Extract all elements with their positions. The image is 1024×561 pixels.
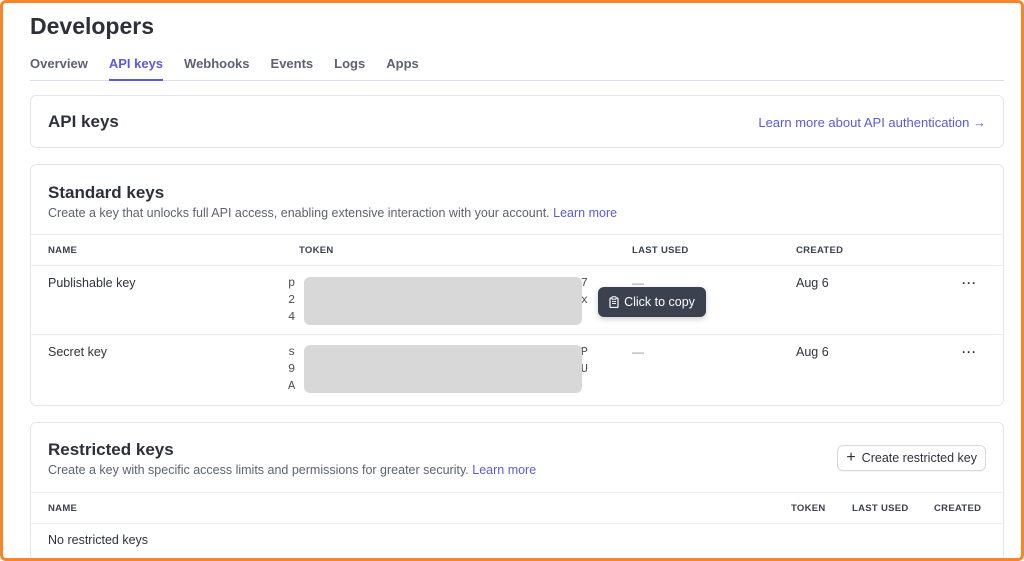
- column-header-name: NAME: [48, 245, 78, 256]
- tab-logs[interactable]: Logs: [334, 55, 365, 81]
- restricted-keys-description-text: Create a key with specific access limits…: [48, 463, 469, 477]
- column-header-created: CREATED: [934, 503, 982, 514]
- row-overflow-menu-button[interactable]: ···: [962, 345, 977, 359]
- created-date: Aug 6: [796, 276, 829, 290]
- restricted-keys-table-header: NAME TOKEN LAST USED CREATED: [31, 492, 1003, 524]
- app-frame: Developers Overview API keys Webhooks Ev…: [0, 0, 1024, 561]
- last-used-value: —: [632, 345, 644, 359]
- column-header-token: TOKEN: [299, 245, 334, 256]
- tab-overview[interactable]: Overview: [30, 55, 88, 81]
- token-char: s: [288, 345, 296, 359]
- tooltip-text: Click to copy: [624, 295, 695, 309]
- key-name: Publishable key: [48, 276, 136, 290]
- api-keys-title: API keys: [48, 112, 119, 131]
- restricted-keys-learn-more-link[interactable]: Learn more: [472, 463, 536, 477]
- api-keys-card: API keys Learn more about API authentica…: [30, 95, 1004, 148]
- standard-keys-table-header: NAME TOKEN LAST USED CREATED: [31, 234, 1003, 266]
- column-header-name: NAME: [48, 503, 78, 514]
- token-char: 9: [288, 362, 296, 376]
- tab-events[interactable]: Events: [271, 55, 314, 81]
- plus-icon: +: [846, 449, 856, 466]
- tab-api-keys[interactable]: API keys: [108, 55, 164, 81]
- page-title: Developers: [30, 13, 155, 39]
- column-header-token: TOKEN: [791, 503, 826, 514]
- restricted-keys-description: Create a key with specific access limits…: [48, 463, 536, 477]
- tab-apps[interactable]: Apps: [386, 55, 419, 81]
- token-char: p: [288, 276, 296, 290]
- tab-webhooks[interactable]: Webhooks: [184, 55, 250, 81]
- token-redaction: [304, 345, 582, 393]
- restricted-keys-card: Restricted keys Create a key with specif…: [30, 422, 1004, 558]
- token-char: 2: [288, 293, 296, 307]
- standard-keys-description: Create a key that unlocks full API acces…: [48, 206, 617, 220]
- api-auth-learn-more-link[interactable]: Learn more about API authentication →: [758, 115, 986, 130]
- column-header-last-used: LAST USED: [852, 503, 909, 514]
- standard-keys-title: Standard keys: [48, 183, 165, 202]
- table-row-publishable-key: Publishable key p7 2x 4 — Aug 6 ···: [31, 266, 1003, 335]
- copy-tooltip: Click to copy: [598, 287, 706, 317]
- standard-keys-card: Standard keys Create a key that unlocks …: [30, 164, 1004, 406]
- column-header-last-used: LAST USED: [632, 245, 689, 256]
- key-name: Secret key: [48, 345, 108, 359]
- token-char: 4: [288, 310, 296, 324]
- empty-state-text: No restricted keys: [48, 533, 149, 547]
- created-date: Aug 6: [796, 345, 829, 359]
- clipboard-icon: [609, 296, 619, 308]
- token-redaction: [304, 277, 582, 325]
- create-restricted-key-label: Create restricted key: [861, 451, 977, 465]
- tab-bar: Overview API keys Webhooks Events Logs A…: [30, 55, 1004, 81]
- restricted-keys-title: Restricted keys: [48, 440, 174, 459]
- standard-keys-description-text: Create a key that unlocks full API acces…: [48, 206, 550, 220]
- table-row-secret-key: Secret key sP 9U A — Aug 6 ···: [31, 335, 1003, 405]
- standard-keys-learn-more-link[interactable]: Learn more: [553, 206, 617, 220]
- row-overflow-menu-button[interactable]: ···: [962, 276, 977, 290]
- token-char: A: [288, 379, 296, 393]
- create-restricted-key-button[interactable]: + Create restricted key: [837, 445, 986, 471]
- column-header-created: CREATED: [796, 245, 844, 256]
